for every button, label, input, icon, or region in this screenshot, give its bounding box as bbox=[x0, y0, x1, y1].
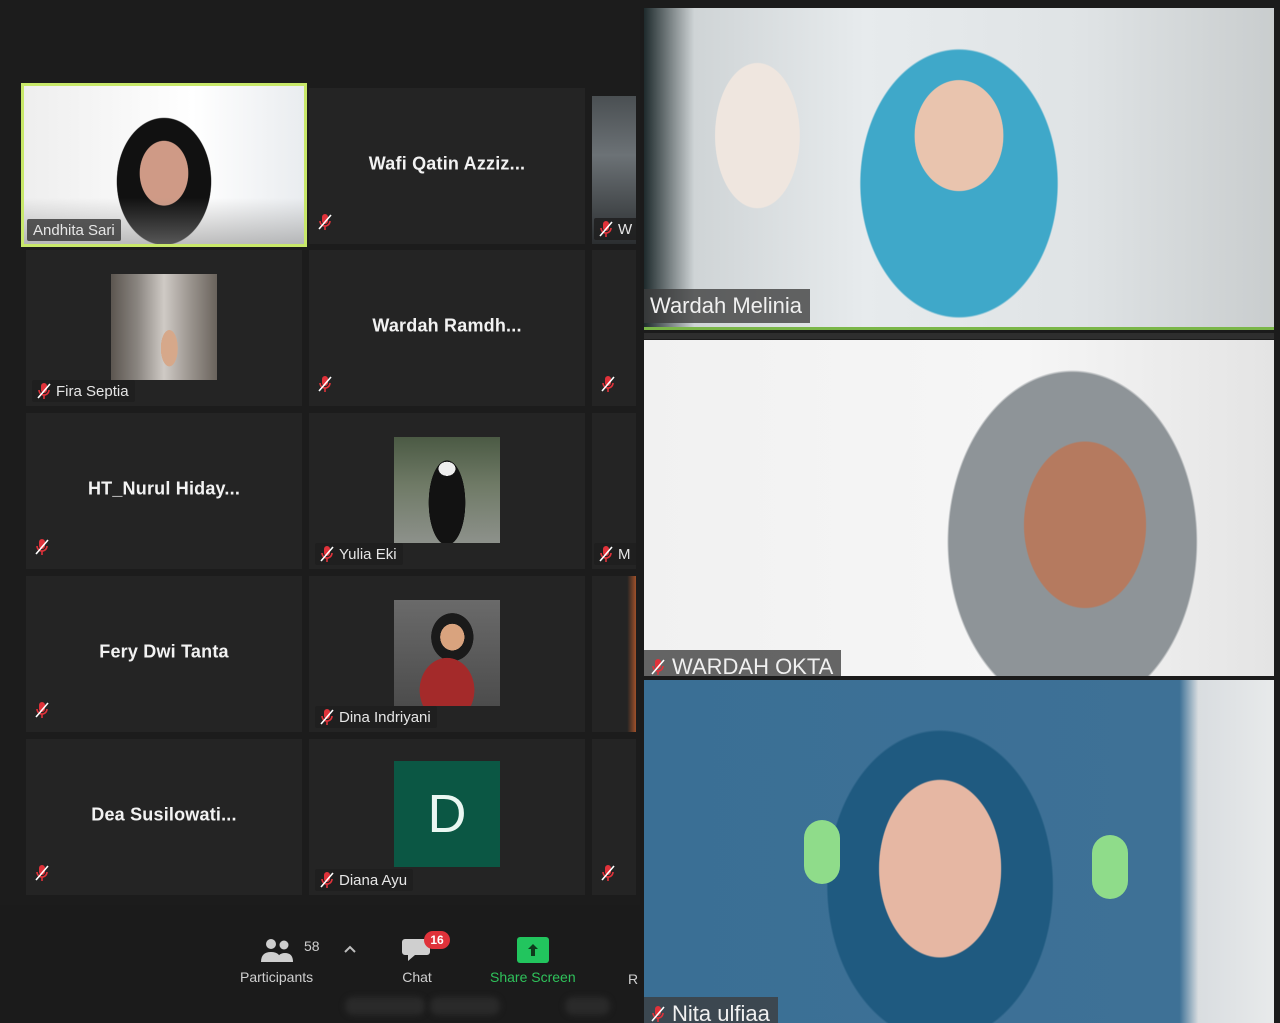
profile-photo bbox=[111, 274, 217, 380]
chat-label: Chat bbox=[402, 969, 432, 985]
muted-mic-icon bbox=[598, 220, 614, 238]
participant-name: W bbox=[618, 220, 633, 238]
muted-mic-icon bbox=[600, 864, 616, 887]
participant-tile-partial-m[interactable]: M bbox=[592, 413, 636, 569]
share-screen-icon bbox=[516, 937, 549, 963]
participant-tile-partial[interactable] bbox=[592, 739, 636, 895]
participant-tile-partial-w[interactable]: W bbox=[592, 96, 636, 244]
participant-name: Fery Dwi Tanta bbox=[99, 641, 229, 662]
muted-mic-icon bbox=[34, 538, 50, 561]
avatar: D bbox=[394, 761, 500, 867]
muted-mic-icon bbox=[34, 864, 50, 887]
participant-name-tag: Yulia Eki bbox=[315, 543, 403, 565]
participant-name-tag: Diana Ayu bbox=[315, 869, 414, 891]
participant-tile-wardah-ramdh[interactable]: Wardah Ramdh... bbox=[309, 250, 585, 406]
muted-mic-icon bbox=[317, 213, 333, 236]
speaker-name-tag: Wardah Melinia bbox=[644, 289, 811, 323]
headphone-left bbox=[804, 820, 840, 884]
participants-icon bbox=[260, 935, 294, 963]
participant-tile-dina-indriyani[interactable]: Dina Indriyani bbox=[309, 576, 585, 732]
chat-unread-badge: 16 bbox=[424, 931, 450, 949]
muted-mic-icon bbox=[600, 375, 616, 398]
divider bbox=[644, 333, 1274, 339]
speaker-video-wardah-melinia[interactable]: Wardah Melinia bbox=[644, 8, 1274, 330]
participant-name: Fira Septia bbox=[56, 382, 129, 400]
gallery-view: Andhita Sari Wafi Qatin Azziz... W Fira … bbox=[0, 0, 640, 1023]
participant-tile-yulia-eki[interactable]: Yulia Eki bbox=[309, 413, 585, 569]
muted-mic-icon bbox=[36, 382, 52, 400]
participants-count: 58 bbox=[304, 938, 320, 954]
blurred-element bbox=[345, 997, 425, 1015]
profile-photo bbox=[394, 437, 500, 543]
participant-tile-partial[interactable] bbox=[592, 576, 636, 732]
muted-mic-icon bbox=[317, 375, 333, 398]
speaker-name-tag: WARDAH OKTA bbox=[644, 650, 842, 676]
muted-mic-icon bbox=[319, 871, 335, 889]
participant-name-tag: W bbox=[594, 218, 636, 240]
toolbar-partial-button[interactable]: R bbox=[628, 971, 638, 987]
muted-mic-icon bbox=[598, 545, 614, 563]
speaker-name-tag: Nita ulfiaa bbox=[644, 997, 778, 1023]
muted-mic-icon bbox=[650, 658, 666, 676]
participant-tile-wafi[interactable]: Wafi Qatin Azziz... bbox=[309, 88, 585, 244]
participant-name: M bbox=[618, 545, 631, 563]
participant-tile-andhita-sari[interactable]: Andhita Sari bbox=[21, 83, 307, 247]
participant-tile-ht-nurul[interactable]: HT_Nurul Hiday... bbox=[26, 413, 302, 569]
speaker-video-nita-ulfiaa[interactable]: Nita ulfiaa bbox=[644, 680, 1274, 1023]
share-screen-label: Share Screen bbox=[490, 969, 576, 985]
blurred-element bbox=[430, 997, 500, 1015]
participant-name-tag: Dina Indriyani bbox=[315, 706, 437, 728]
muted-mic-icon bbox=[650, 1005, 666, 1023]
participant-name: Wardah Ramdh... bbox=[372, 315, 522, 336]
participant-name-tag: Andhita Sari bbox=[27, 219, 121, 241]
share-screen-button[interactable]: Share Screen bbox=[490, 935, 576, 985]
speaker-name: Nita ulfiaa bbox=[672, 1001, 770, 1023]
participant-name: Diana Ayu bbox=[339, 871, 408, 889]
participant-tile-dea-susilowati[interactable]: Dea Susilowati... bbox=[26, 739, 302, 895]
participants-label: Participants bbox=[240, 969, 314, 985]
participant-name: HT_Nurul Hiday... bbox=[87, 478, 241, 499]
muted-mic-icon bbox=[34, 701, 50, 724]
speaker-name: Wardah Melinia bbox=[650, 293, 803, 318]
share-screen-icon-wrap bbox=[516, 935, 549, 963]
participant-name: Yulia Eki bbox=[339, 545, 397, 563]
participant-name-tag: Fira Septia bbox=[32, 380, 135, 402]
blurred-element bbox=[565, 997, 610, 1015]
muted-mic-icon bbox=[319, 545, 335, 563]
participant-tile-partial[interactable] bbox=[592, 250, 636, 406]
headphone-right bbox=[1092, 835, 1128, 899]
speaker-video-wardah-okta[interactable]: WARDAH OKTA bbox=[644, 340, 1274, 676]
participant-name-tag: M bbox=[594, 543, 636, 565]
participant-tile-fery-dwi-tanta[interactable]: Fery Dwi Tanta bbox=[26, 576, 302, 732]
participant-name: Wafi Qatin Azziz... bbox=[368, 153, 526, 174]
speaker-name: WARDAH OKTA bbox=[672, 654, 834, 676]
muted-mic-icon bbox=[319, 708, 335, 726]
participant-name: Dea Susilowati... bbox=[91, 804, 237, 825]
participant-tile-diana-ayu[interactable]: D Diana Ayu bbox=[309, 739, 585, 895]
participant-tile-fira-septia[interactable]: Fira Septia bbox=[26, 250, 302, 406]
participant-name: Dina Indriyani bbox=[339, 708, 431, 726]
chevron-up-icon[interactable] bbox=[343, 941, 357, 955]
meeting-toolbar: Participants 58 Chat 16 Share Screen R bbox=[0, 905, 640, 1023]
speaker-videos: Wardah Melinia WARDAH OKTA Nita ulfiaa bbox=[640, 0, 1280, 1023]
participants-button[interactable]: Participants bbox=[240, 935, 313, 985]
profile-photo bbox=[394, 600, 500, 706]
participant-name: Andhita Sari bbox=[33, 221, 115, 239]
